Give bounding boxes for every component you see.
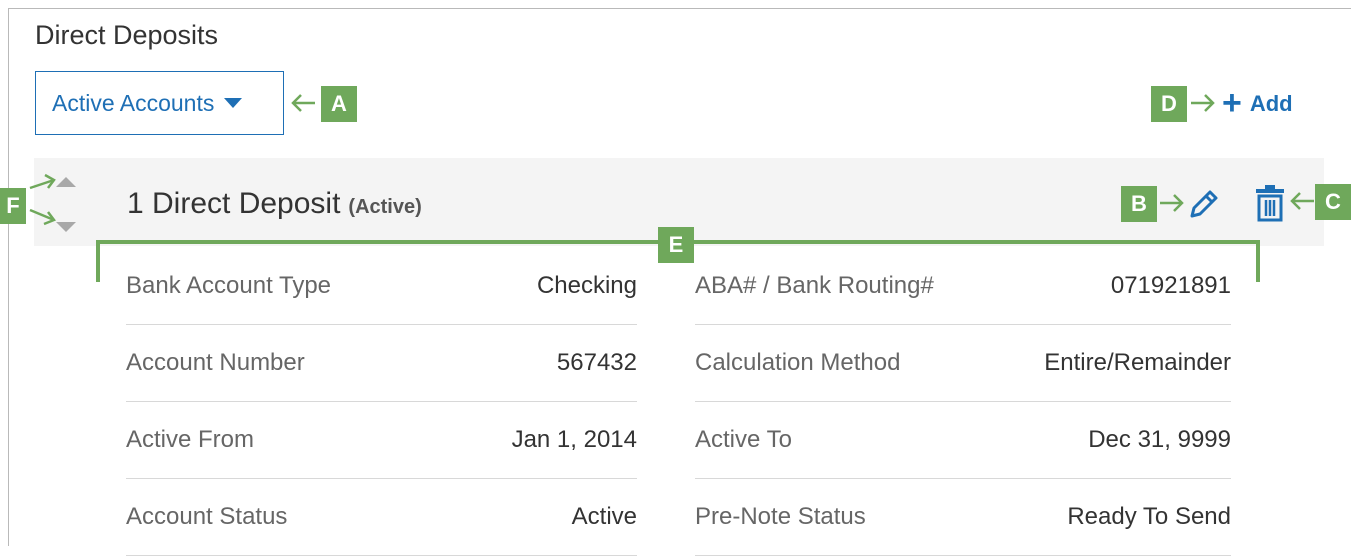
detail-value: Dec 31, 9999: [1088, 426, 1231, 453]
details-right-column: ABA# / Bank Routing# 071921891 Calculati…: [695, 248, 1231, 556]
detail-row: Calculation Method Entire/Remainder: [695, 325, 1231, 402]
detail-row: Pre-Note Status Ready To Send: [695, 479, 1231, 556]
callout-d: D: [1151, 86, 1187, 122]
account-filter-dropdown[interactable]: Active Accounts: [35, 71, 284, 135]
detail-label: Active From: [126, 426, 255, 453]
plus-icon: +: [1222, 84, 1242, 122]
detail-label: Account Status: [126, 503, 288, 530]
detail-label: Pre-Note Status: [695, 503, 866, 530]
detail-row: Account Number 567432: [126, 325, 637, 402]
detail-value: Checking: [536, 272, 637, 299]
detail-row: ABA# / Bank Routing# 071921891: [695, 248, 1231, 325]
detail-label: Account Number: [126, 349, 305, 376]
detail-label: Bank Account Type: [126, 272, 332, 299]
callout-a: A: [321, 86, 357, 122]
detail-value: Jan 1, 2014: [511, 426, 637, 453]
callout-arrow-c: [1290, 192, 1314, 210]
callout-arrow-d: [1191, 94, 1215, 112]
record-title: 1 Direct Deposit (Active): [127, 187, 422, 221]
callout-arrow-a: [291, 94, 315, 112]
detail-value: Entire/Remainder: [1044, 349, 1231, 376]
add-button-label: Add: [1249, 91, 1293, 116]
add-button[interactable]: + Add: [1222, 86, 1293, 122]
record-status: (Active): [348, 196, 422, 218]
callout-e: E: [658, 227, 694, 263]
callout-f: F: [0, 188, 26, 224]
detail-label: Active To: [695, 426, 792, 453]
detail-row: Active To Dec 31, 9999: [695, 402, 1231, 479]
detail-label: Calculation Method: [695, 349, 901, 376]
detail-value: 567432: [556, 349, 637, 376]
detail-label: ABA# / Bank Routing#: [695, 272, 934, 299]
sort-up-icon[interactable]: [56, 177, 76, 187]
caret-down-icon: [224, 98, 243, 108]
page-title: Direct Deposits: [35, 20, 219, 50]
detail-row: Bank Account Type Checking: [126, 248, 637, 325]
filter-selected-label: Active Accounts: [52, 89, 215, 116]
detail-value: Ready To Send: [1067, 503, 1231, 530]
details-left-column: Bank Account Type Checking Account Numbe…: [126, 248, 637, 556]
detail-row: Active From Jan 1, 2014: [126, 402, 637, 479]
pencil-icon[interactable]: [1186, 186, 1222, 222]
detail-value: Active: [571, 503, 637, 530]
record-title-text: 1 Direct Deposit: [127, 187, 341, 220]
sort-down-icon[interactable]: [56, 222, 76, 232]
callout-arrow-b: [1160, 194, 1184, 212]
callout-c: C: [1315, 184, 1351, 220]
detail-row: Account Status Active: [126, 479, 637, 556]
trash-icon[interactable]: [1255, 183, 1285, 223]
callout-arrows-f: [29, 173, 56, 226]
callout-b: B: [1121, 186, 1157, 222]
detail-value: 071921891: [1110, 272, 1231, 299]
